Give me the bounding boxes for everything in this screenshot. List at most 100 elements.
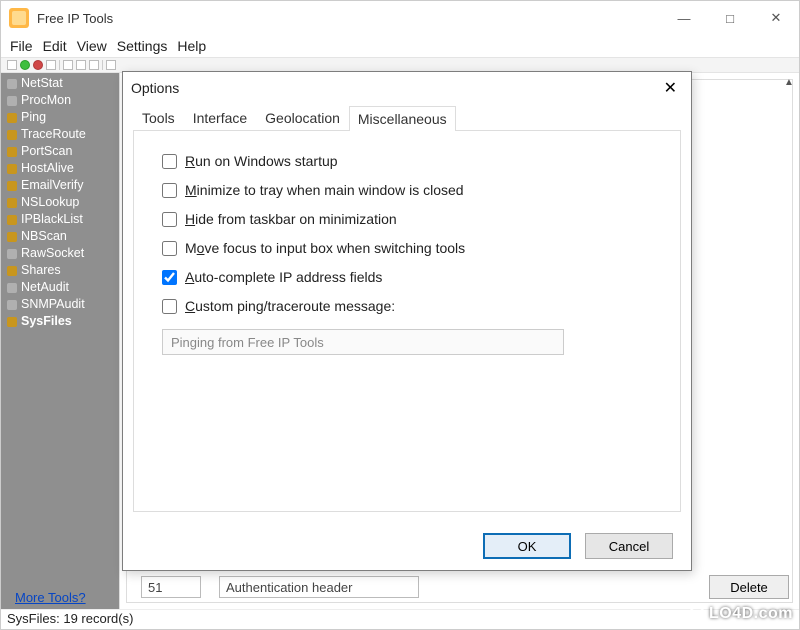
scrollbar[interactable]: ▲ (781, 75, 797, 529)
tool-icon[interactable] (89, 60, 99, 70)
app-icon (9, 8, 29, 28)
sidebar-item-label: NetStat (21, 76, 63, 91)
maximize-button[interactable]: □ (707, 1, 753, 35)
number-input[interactable] (141, 576, 201, 598)
ipblacklist-icon (7, 215, 17, 225)
titlebar: Free IP Tools — □ ✕ (1, 1, 799, 35)
sidebar-item-emailverify[interactable]: EmailVerify (1, 177, 119, 194)
text-input[interactable] (219, 576, 419, 598)
sidebar-item-portscan[interactable]: PortScan (1, 143, 119, 160)
window-controls: — □ ✕ (661, 1, 799, 35)
nbscan-icon (7, 232, 17, 242)
bottom-controls: Delete (141, 573, 789, 601)
cancel-button[interactable]: Cancel (585, 533, 673, 559)
snmpaudit-icon (7, 300, 17, 310)
sidebar-item-netstat[interactable]: NetStat (1, 75, 119, 92)
sidebar-item-netaudit[interactable]: NetAudit (1, 279, 119, 296)
sysfiles-icon (7, 317, 17, 327)
option-minimize-to-tray[interactable]: Minimize to tray when main window is clo… (162, 182, 652, 198)
checkbox-auto-complete[interactable] (162, 270, 177, 285)
checkbox-run-on-startup[interactable] (162, 154, 177, 169)
checkbox-hide-from-taskbar[interactable] (162, 212, 177, 227)
ok-button[interactable]: OK (483, 533, 571, 559)
option-hide-from-taskbar[interactable]: Hide from taskbar on minimization (162, 211, 652, 227)
tool-icon[interactable] (63, 60, 73, 70)
tab-panel-miscellaneous: Run on Windows startup Minimize to tray … (133, 130, 681, 512)
tab-interface[interactable]: Interface (184, 105, 256, 130)
watermark-icon (689, 606, 705, 622)
option-run-on-startup[interactable]: Run on Windows startup (162, 153, 652, 169)
scroll-up-icon[interactable]: ▲ (784, 75, 794, 90)
sidebar-item-snmpaudit[interactable]: SNMPAudit (1, 296, 119, 313)
sidebar-item-sysfiles[interactable]: SysFiles (1, 313, 119, 330)
tab-tools[interactable]: Tools (133, 105, 184, 130)
dialog-titlebar: Options ✕ (123, 72, 691, 104)
rawsocket-icon (7, 249, 17, 259)
menu-edit[interactable]: Edit (40, 38, 70, 54)
checkbox-move-focus[interactable] (162, 241, 177, 256)
checkbox-custom-ping[interactable] (162, 299, 177, 314)
delete-button[interactable]: Delete (709, 575, 789, 599)
sidebar-item-ping[interactable]: Ping (1, 109, 119, 126)
option-custom-ping[interactable]: Custom ping/traceroute message: (162, 298, 652, 314)
sidebar-item-nbscan[interactable]: NBScan (1, 228, 119, 245)
menubar: File Edit View Settings Help (1, 35, 799, 57)
sidebar-item-shares[interactable]: Shares (1, 262, 119, 279)
sidebar-item-traceroute[interactable]: TraceRoute (1, 126, 119, 143)
label-minimize-to-tray: Minimize to tray when main window is clo… (185, 182, 464, 198)
sidebar-item-label: PortScan (21, 144, 72, 159)
sidebar-item-ipblacklist[interactable]: IPBlackList (1, 211, 119, 228)
tool-icon[interactable] (7, 60, 17, 70)
dialog-buttons: OK Cancel (123, 522, 691, 570)
checkbox-minimize-to-tray[interactable] (162, 183, 177, 198)
tool-icon[interactable] (106, 60, 116, 70)
watermark-text: LO4D.com (709, 605, 793, 623)
netaudit-icon (7, 283, 17, 293)
sidebar-item-label: ProcMon (21, 93, 71, 108)
tool-icon[interactable] (46, 60, 56, 70)
sidebar: NetStat ProcMon Ping TraceRoute PortScan… (1, 73, 119, 609)
menu-view[interactable]: View (74, 38, 110, 54)
nslookup-icon (7, 198, 17, 208)
sidebar-item-label: NBScan (21, 229, 67, 244)
ping-icon (7, 113, 17, 123)
option-auto-complete[interactable]: Auto-complete IP address fields (162, 269, 652, 285)
custom-ping-message-input (162, 329, 564, 355)
watermark: LO4D.com (689, 605, 793, 623)
tab-miscellaneous[interactable]: Miscellaneous (349, 106, 456, 131)
separator (59, 60, 60, 70)
sidebar-item-label: Ping (21, 110, 46, 125)
sidebar-item-label: SNMPAudit (21, 297, 85, 312)
sidebar-item-procmon[interactable]: ProcMon (1, 92, 119, 109)
dialog-title: Options (131, 80, 179, 96)
menu-settings[interactable]: Settings (114, 38, 171, 54)
tool-icon[interactable] (76, 60, 86, 70)
sidebar-item-label: NSLookup (21, 195, 79, 210)
start-icon[interactable] (20, 60, 30, 70)
sidebar-item-nslookup[interactable]: NSLookup (1, 194, 119, 211)
label-custom-ping: Custom ping/traceroute message: (185, 298, 395, 314)
option-move-focus[interactable]: Move focus to input box when switching t… (162, 240, 652, 256)
more-tools-link[interactable]: More Tools? (15, 590, 86, 605)
sidebar-item-label: TraceRoute (21, 127, 86, 142)
close-button[interactable]: ✕ (753, 1, 799, 35)
sidebar-item-label: SysFiles (21, 314, 72, 329)
netstat-icon (7, 79, 17, 89)
statusbar: SysFiles: 19 record(s) (1, 609, 799, 629)
window-title: Free IP Tools (37, 11, 661, 26)
options-dialog: Options ✕ Tools Interface Geolocation Mi… (122, 71, 692, 571)
menu-help[interactable]: Help (174, 38, 209, 54)
stop-icon[interactable] (33, 60, 43, 70)
sidebar-item-label: Shares (21, 263, 61, 278)
minimize-button[interactable]: — (661, 1, 707, 35)
procmon-icon (7, 96, 17, 106)
dialog-close-button[interactable]: ✕ (658, 76, 683, 100)
menu-file[interactable]: File (7, 38, 36, 54)
sidebar-item-label: IPBlackList (21, 212, 83, 227)
sidebar-item-rawsocket[interactable]: RawSocket (1, 245, 119, 262)
sidebar-item-hostalive[interactable]: HostAlive (1, 160, 119, 177)
emailverify-icon (7, 181, 17, 191)
sidebar-item-label: HostAlive (21, 161, 74, 176)
hostalive-icon (7, 164, 17, 174)
tab-geolocation[interactable]: Geolocation (256, 105, 349, 130)
